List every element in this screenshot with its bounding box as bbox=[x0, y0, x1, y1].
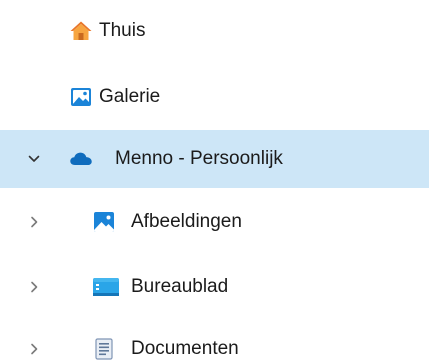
nav-item-label: Bureaublad bbox=[131, 276, 229, 297]
nav-item-afbeeldingen[interactable]: Afbeeldingen bbox=[0, 195, 429, 249]
nav-item-label: Galerie bbox=[99, 86, 161, 107]
nav-item-bureaublad[interactable]: Bureaublad bbox=[0, 260, 429, 314]
home-icon bbox=[69, 19, 93, 43]
documents-folder-icon bbox=[92, 337, 116, 361]
nav-item-galerie[interactable]: Galerie bbox=[0, 70, 429, 124]
nav-item-label: Menno - Persoonlijk bbox=[115, 148, 283, 169]
nav-item-thuis[interactable]: Thuis bbox=[0, 4, 429, 58]
nav-item-documenten[interactable]: Documenten bbox=[0, 322, 429, 363]
nav-item-label: Thuis bbox=[99, 20, 146, 41]
gallery-icon bbox=[69, 85, 93, 109]
pictures-folder-icon bbox=[92, 210, 116, 234]
chevron-right-icon[interactable] bbox=[26, 214, 42, 230]
onedrive-cloud-icon bbox=[69, 147, 93, 171]
desktop-folder-icon bbox=[92, 275, 120, 299]
chevron-right-icon[interactable] bbox=[26, 341, 42, 357]
nav-item-label: Documenten bbox=[131, 338, 239, 359]
chevron-down-icon[interactable] bbox=[26, 151, 42, 167]
nav-item-label: Afbeeldingen bbox=[131, 211, 242, 232]
navigation-pane: Thuis Galerie Menno - Persoonlijk Afbeel… bbox=[0, 0, 429, 363]
chevron-right-icon[interactable] bbox=[26, 279, 42, 295]
nav-item-onedrive-personal[interactable]: Menno - Persoonlijk bbox=[0, 130, 429, 188]
